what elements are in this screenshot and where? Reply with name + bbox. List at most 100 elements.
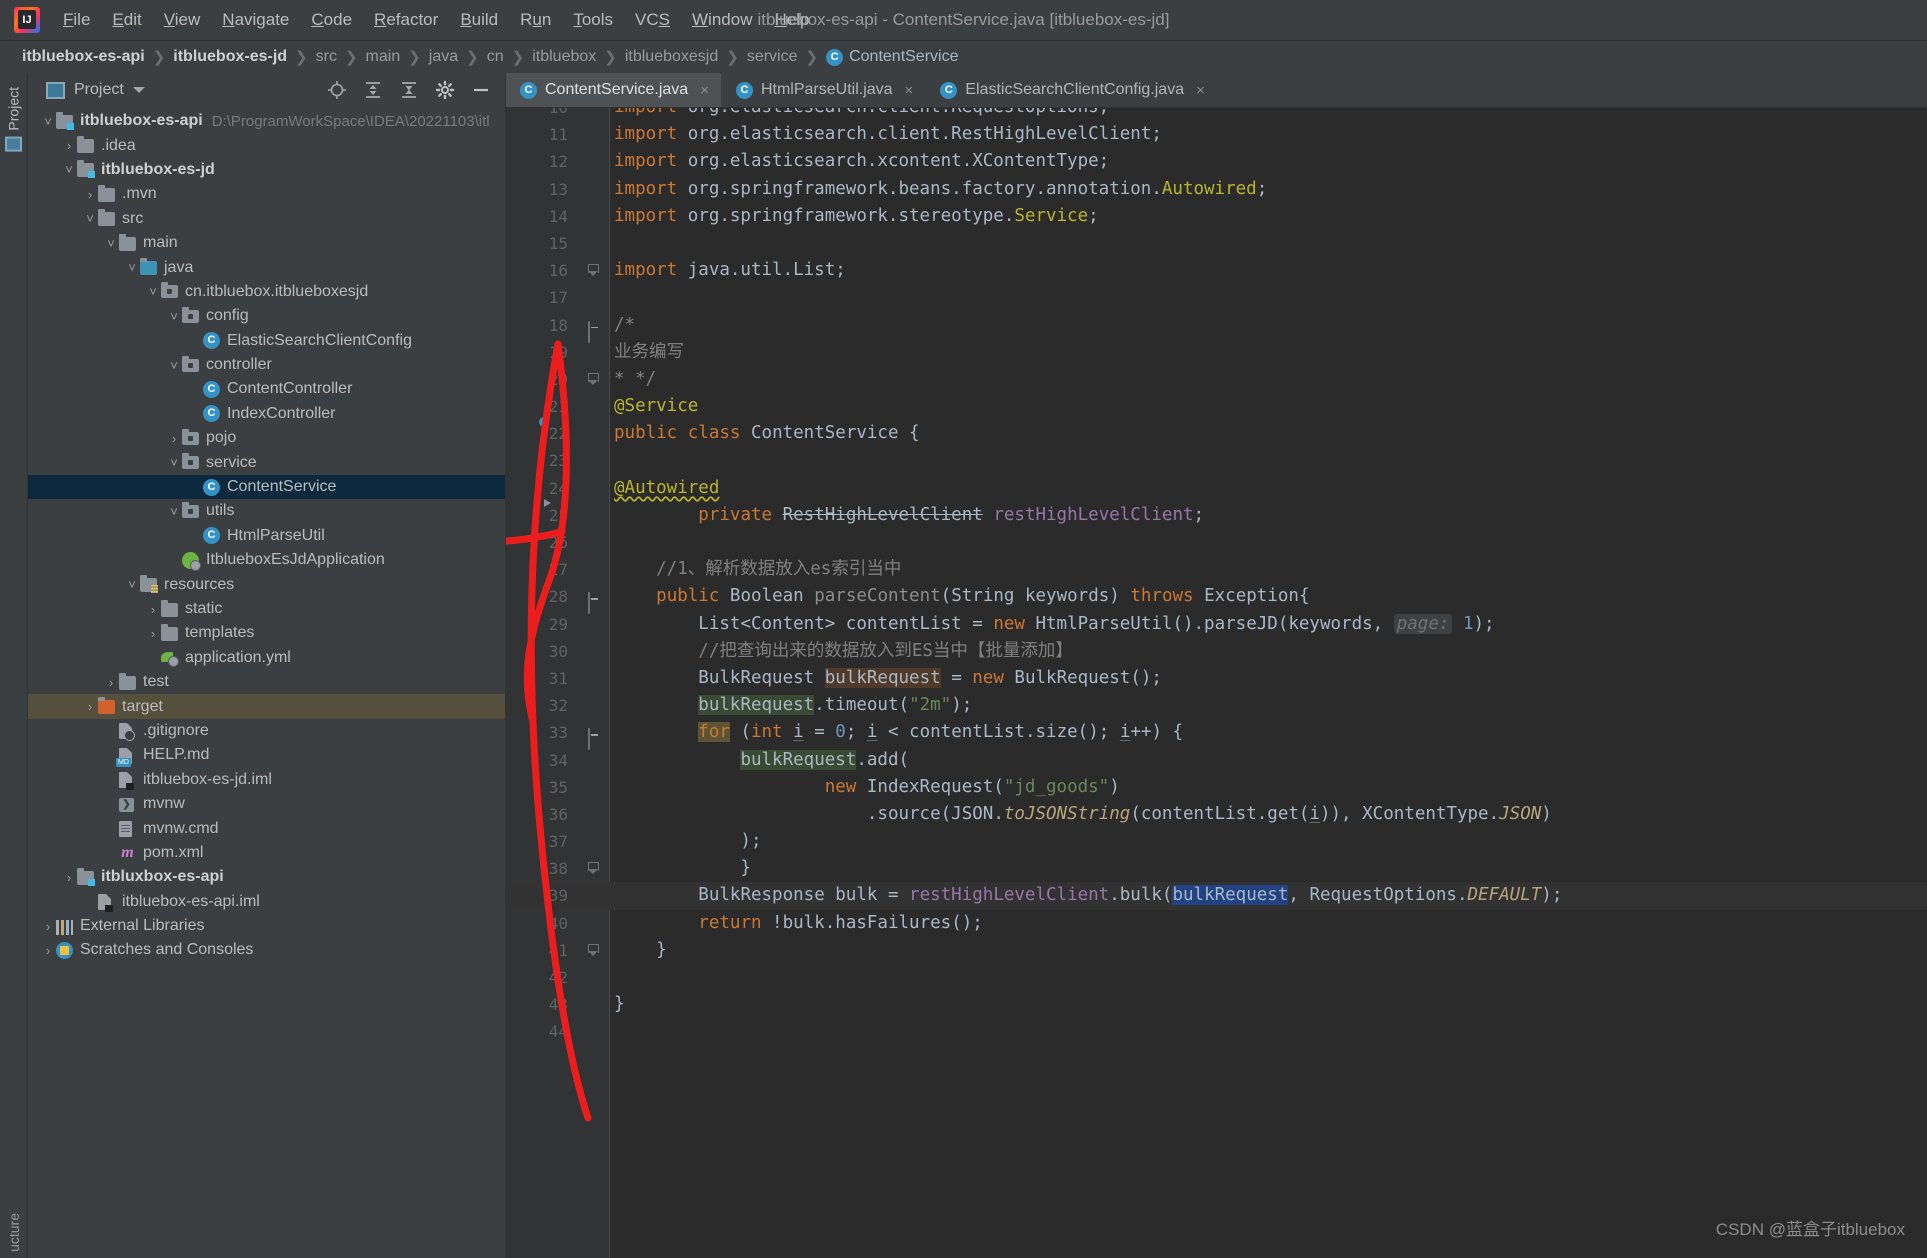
- collapse-all-icon[interactable]: [399, 80, 419, 100]
- tree-node-contentservice[interactable]: C ContentService: [28, 474, 505, 500]
- tree-node-external-libraries[interactable]: › External Libraries: [28, 914, 505, 938]
- tree-node-application-yml[interactable]: application.yml: [28, 646, 505, 670]
- code-content[interactable]: 10 import org.elasticsearch.client.Reques…: [506, 108, 1927, 1258]
- code-line-41[interactable]: 41 }: [506, 937, 1927, 964]
- code-line-16[interactable]: 16 import java.util.List;: [506, 257, 1927, 284]
- tree-expand-arrow[interactable]: ›: [82, 187, 98, 202]
- code-line-29[interactable]: 29 List<Content> contentList = new HtmlP…: [506, 611, 1927, 638]
- editor-tab-bar[interactable]: C ContentService.java × C HtmlParseUtil.java…: [506, 73, 1927, 108]
- code-line-13[interactable]: 13 import org.springframework.beans.facto…: [506, 176, 1927, 203]
- code-line-15[interactable]: 15: [506, 230, 1927, 257]
- code-line-31[interactable]: 31 BulkRequest bulkRequest = new BulkReq…: [506, 665, 1927, 692]
- code-editor[interactable]: 10 import org.elasticsearch.client.Reques…: [506, 108, 1927, 1258]
- tree-node-help-md[interactable]: MD HELP.md: [28, 743, 505, 767]
- code-line-40[interactable]: 40 return !bulk.hasFailures();: [506, 910, 1927, 937]
- tree-expand-arrow[interactable]: ˅: [103, 236, 119, 251]
- tree-node-utils[interactable]: ˅ utils: [28, 499, 505, 523]
- tree-node-htmlparseutil[interactable]: C HtmlParseUtil: [28, 524, 505, 548]
- breadcrumb-item-8[interactable]: service: [747, 48, 798, 66]
- tree-node-service[interactable]: ˅ service: [28, 450, 505, 474]
- code-line-44[interactable]: 44: [506, 1018, 1927, 1045]
- tree-expand-arrow[interactable]: ˅: [61, 162, 77, 177]
- tree-node-pom-xml[interactable]: m pom.xml: [28, 841, 505, 865]
- tree-expand-arrow[interactable]: ›: [40, 943, 56, 958]
- breadcrumb-item-3[interactable]: main: [366, 48, 401, 66]
- tree-node-templates[interactable]: › templates: [28, 621, 505, 645]
- tree-node-static[interactable]: › static: [28, 597, 505, 621]
- fold-marker-icon[interactable]: [588, 726, 601, 751]
- tree-node-elasticsearchclientconfig[interactable]: C ElasticSearchClientConfig: [28, 329, 505, 353]
- menu-refactor[interactable]: Refactor: [363, 6, 449, 34]
- code-line-24[interactable]: 24 @Autowired: [506, 475, 1927, 502]
- menu-navigate[interactable]: Navigate: [211, 6, 300, 34]
- tree-node-main[interactable]: ˅ main: [28, 231, 505, 255]
- fold-marker-icon[interactable]: [588, 319, 601, 343]
- code-line-26[interactable]: 26: [506, 529, 1927, 556]
- tree-expand-arrow[interactable]: ›: [145, 626, 161, 641]
- tree-node-scratches-and-consoles[interactable]: › Scratches and Consoles: [28, 938, 505, 962]
- tree-node-itbluebox-es-api-iml[interactable]: itbluebox-es-api.iml: [28, 890, 505, 914]
- close-icon[interactable]: ×: [700, 82, 709, 99]
- hide-panel-icon[interactable]: [471, 80, 491, 100]
- tree-expand-arrow[interactable]: ˅: [82, 211, 98, 226]
- breadcrumb-item-0[interactable]: itbluebox-es-api: [22, 48, 145, 66]
- close-icon[interactable]: ×: [1196, 82, 1205, 99]
- tree-node-itbluebox-es-api[interactable]: ˅ itbluebox-es-api D:\ProgramWorkSpace\IDE…: [28, 109, 505, 133]
- tree-node-mvn[interactable]: › .mvn: [28, 182, 505, 206]
- tree-node-target[interactable]: › target: [28, 694, 505, 719]
- tree-node-indexcontroller[interactable]: C IndexController: [28, 402, 505, 426]
- menu-view[interactable]: View: [153, 6, 212, 34]
- code-line-27[interactable]: 27 //1、解析数据放入es索引当中: [506, 556, 1927, 583]
- code-line-10[interactable]: 10 import org.elasticsearch.client.Reques…: [506, 108, 1927, 121]
- code-line-11[interactable]: 11 import org.elasticsearch.client.RestHi…: [506, 121, 1927, 148]
- menu-bar[interactable]: File Edit View Navigate Code Refactor Bu…: [52, 6, 820, 34]
- tree-node-mvnw[interactable]: ❯ mvnw: [28, 792, 505, 816]
- settings-gear-icon[interactable]: [435, 80, 455, 100]
- tree-node-test[interactable]: › test: [28, 670, 505, 694]
- menu-vcs[interactable]: VCS: [624, 6, 681, 34]
- tree-expand-arrow[interactable]: ›: [166, 431, 182, 446]
- breadcrumb-item-5[interactable]: cn: [487, 48, 504, 66]
- menu-edit[interactable]: Edit: [101, 6, 152, 34]
- menu-help[interactable]: Help: [763, 6, 820, 34]
- fold-marker-icon[interactable]: [588, 944, 601, 957]
- tree-expand-arrow[interactable]: ˅: [166, 358, 182, 373]
- menu-tools[interactable]: Tools: [562, 6, 624, 34]
- code-line-14[interactable]: 14 import org.springframework.stereotype.…: [506, 203, 1927, 230]
- tree-node-pojo[interactable]: › pojo: [28, 426, 505, 450]
- breadcrumb-item-7[interactable]: itblueboxesjd: [625, 48, 718, 66]
- code-line-17[interactable]: 17: [506, 284, 1927, 311]
- code-line-36[interactable]: 36 .source(JSON.toJSONString(contentList…: [506, 801, 1927, 828]
- code-line-25[interactable]: 25 private RestHighLevelClient restHighL…: [506, 502, 1927, 529]
- tree-expand-arrow[interactable]: ˅: [124, 577, 140, 592]
- code-line-39[interactable]: 39 BulkResponse bulk = restHighLevelClie…: [506, 882, 1927, 910]
- code-line-37[interactable]: 37 );: [506, 828, 1927, 855]
- code-line-22[interactable]: 22 public class ContentService {: [506, 420, 1927, 447]
- code-line-33[interactable]: 33 for (int i = 0; i < contentList.size(…: [506, 719, 1927, 751]
- code-line-18[interactable]: 18 /*: [506, 312, 1927, 343]
- tree-node-contentcontroller[interactable]: C ContentController: [28, 377, 505, 401]
- code-line-12[interactable]: 12 import org.elasticsearch.xcontent.XCon…: [506, 148, 1927, 175]
- breadcrumb-item-2[interactable]: src: [316, 48, 337, 66]
- locate-icon[interactable]: [327, 80, 347, 100]
- breadcrumb-item-6[interactable]: itbluebox: [532, 48, 596, 66]
- tree-node-itbluxbox-es-api[interactable]: › itbluxbox-es-api: [28, 865, 505, 889]
- tree-expand-arrow[interactable]: ˅: [145, 284, 161, 299]
- tree-node-config[interactable]: ˅ config: [28, 304, 505, 328]
- code-line-30[interactable]: 30 //把查询出来的数据放入到ES当中【批量添加】: [506, 638, 1927, 665]
- expand-all-icon[interactable]: [363, 80, 383, 100]
- tool-window-button-structure[interactable]: ucture: [6, 1213, 22, 1252]
- code-line-42[interactable]: 42: [506, 964, 1927, 991]
- tree-expand-arrow[interactable]: ˅: [166, 504, 182, 519]
- tree-expand-arrow[interactable]: ›: [40, 919, 56, 934]
- code-line-19[interactable]: 19 业务编写: [506, 339, 1927, 366]
- code-line-38[interactable]: 38 }: [506, 855, 1927, 882]
- tree-expand-arrow[interactable]: ›: [145, 602, 161, 617]
- tree-expand-arrow[interactable]: ˅: [40, 114, 56, 129]
- tree-expand-arrow[interactable]: ˅: [124, 260, 140, 275]
- code-line-21[interactable]: 21 @Service: [506, 393, 1927, 420]
- tree-node-itblueboxesjdapplication[interactable]: ItblueboxEsJdApplication: [28, 548, 505, 572]
- tree-node-src[interactable]: ˅ src: [28, 207, 505, 231]
- code-line-32[interactable]: 32 bulkRequest.timeout("2m");: [506, 692, 1927, 719]
- code-line-23[interactable]: 23: [506, 447, 1927, 474]
